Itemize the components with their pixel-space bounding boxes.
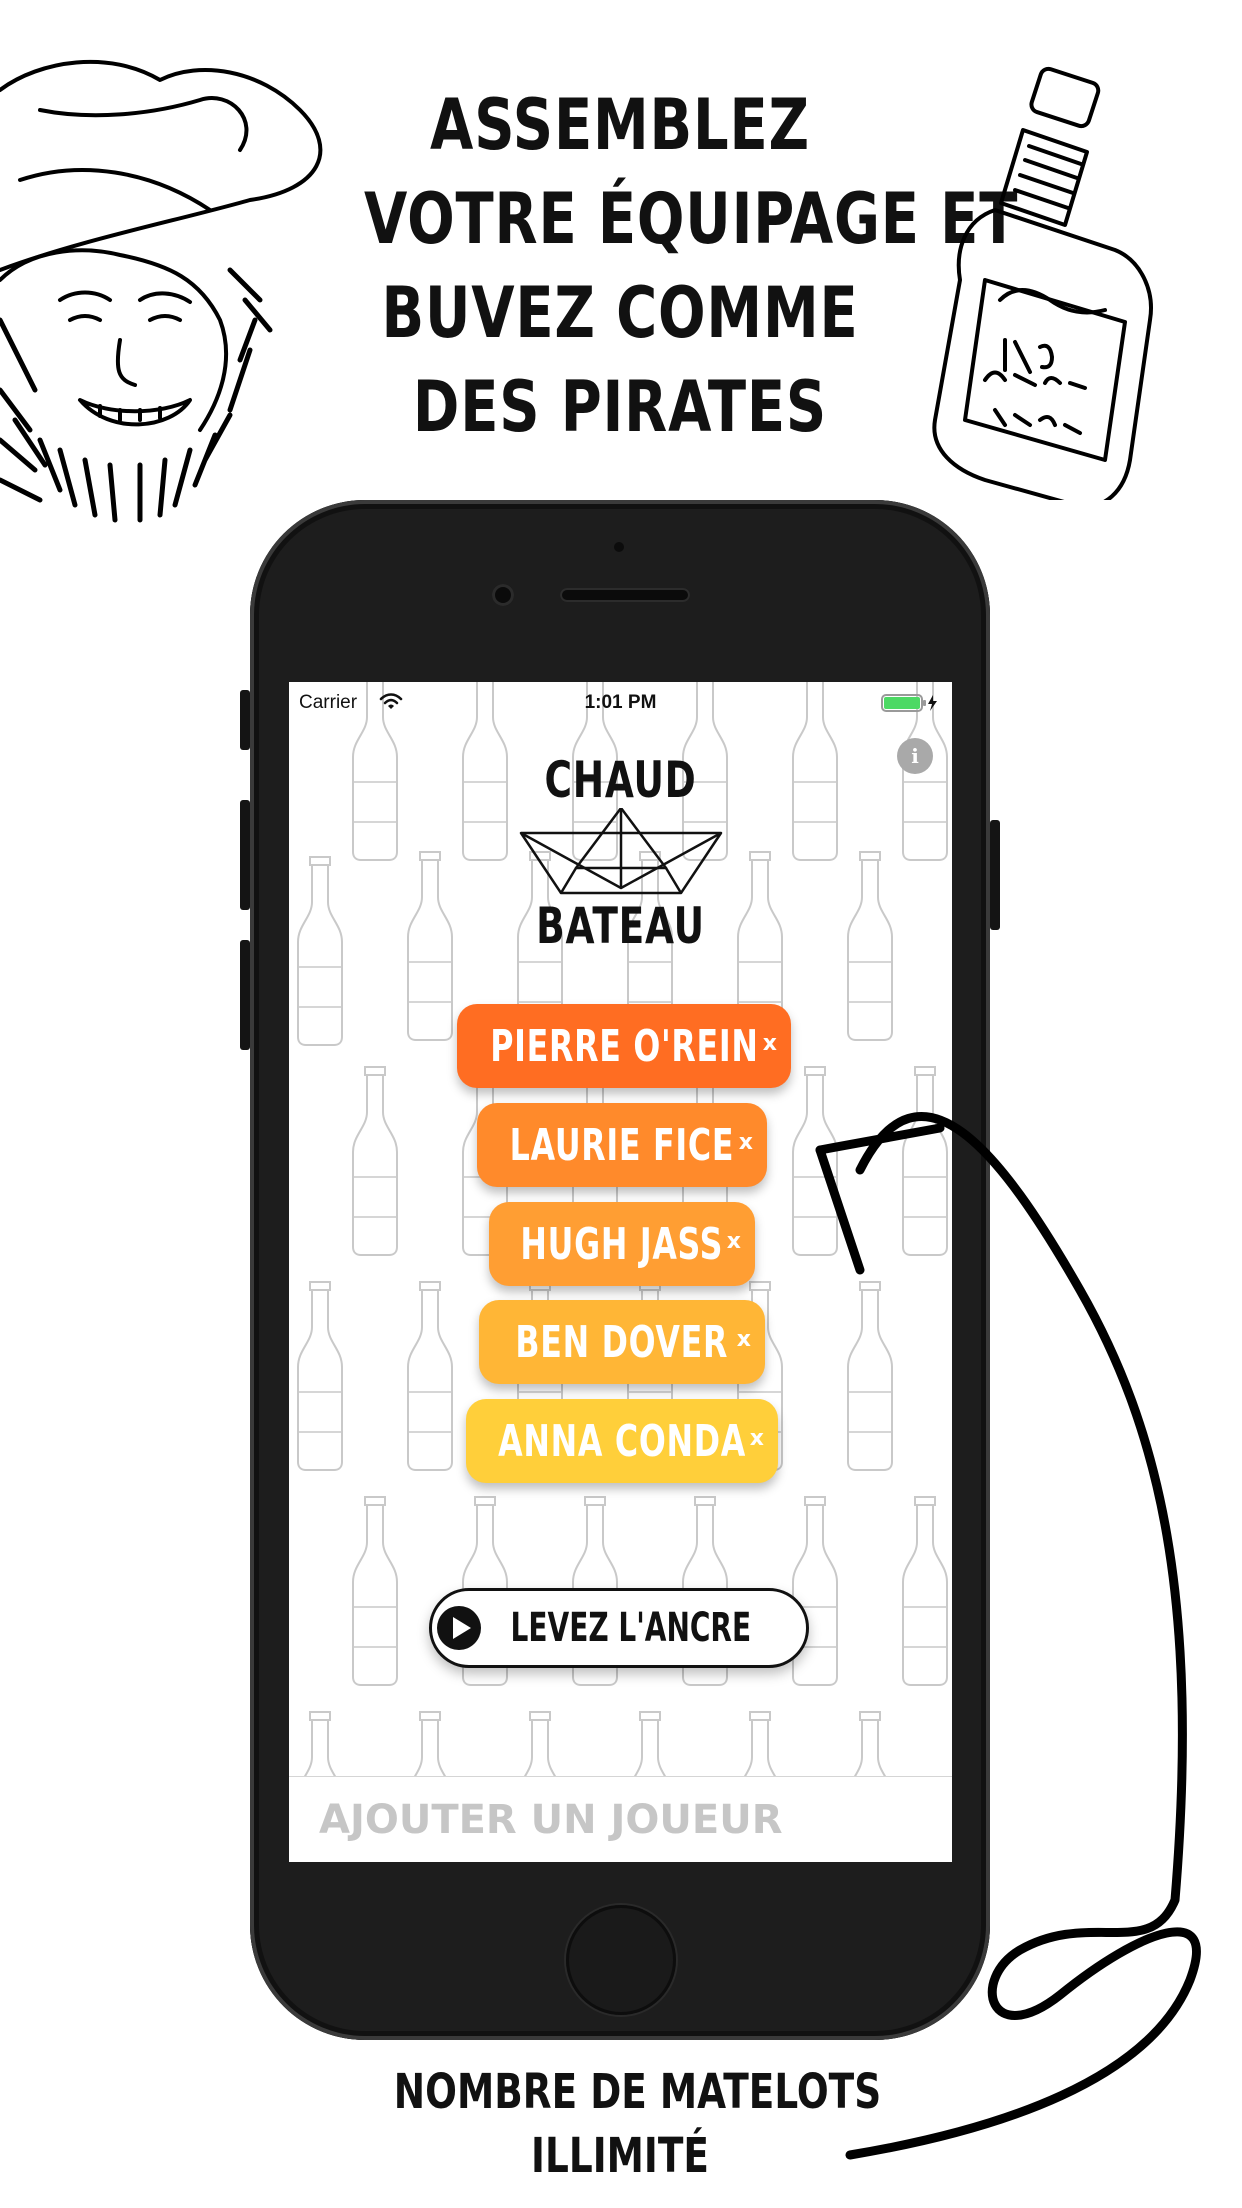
caption-line: ILLIMITÉ	[531, 2128, 709, 2184]
player-chip[interactable]: PIERRE O'REIN x	[457, 1004, 791, 1088]
home-button[interactable]	[566, 1905, 676, 2015]
volume-up-button	[240, 800, 250, 910]
player-chip[interactable]: LAURIE FICE x	[477, 1103, 767, 1187]
play-icon	[437, 1606, 482, 1650]
player-chip[interactable]: ANNA CONDA x	[466, 1399, 778, 1483]
close-icon[interactable]: x	[727, 1229, 741, 1254]
player-name: ANNA CONDA	[498, 1415, 746, 1467]
front-camera	[492, 584, 514, 606]
logo-title-bottom: BATEAU	[536, 897, 705, 955]
close-icon[interactable]: x	[737, 1327, 751, 1352]
headline-line: DES PIRATES	[412, 366, 828, 448]
start-game-button[interactable]: LEVEZ L'ANCRE	[429, 1588, 809, 1668]
proximity-sensor	[614, 542, 624, 552]
caption-line: NOMBRE DE MATELOTS	[393, 2064, 882, 2120]
paper-boat-icon	[519, 808, 722, 895]
earpiece-speaker	[560, 588, 690, 602]
whiskey-bottle-illustration	[932, 66, 1153, 500]
player-name: LAURIE FICE	[509, 1119, 735, 1171]
add-player-input[interactable]	[289, 1777, 952, 1862]
close-icon[interactable]: x	[750, 1426, 764, 1451]
start-game-label: LEVEZ L'ANCRE	[510, 1605, 752, 1651]
status-time: 1:01 PM	[584, 692, 657, 713]
player-chip[interactable]: HUGH JASS x	[489, 1202, 755, 1286]
caption: NOMBRE DE MATELOTS ILLIMITÉ	[393, 2060, 882, 2188]
player-name: HUGH JASS	[520, 1218, 724, 1270]
power-button	[990, 820, 1000, 930]
headline: ASSEMBLEZ VOTRE ÉQUIPAGE ET BUVEZ COMME …	[364, 78, 1019, 454]
logo-title-top: CHAUD	[544, 751, 697, 809]
player-name: BEN DOVER	[515, 1316, 729, 1368]
headline-line: BUVEZ COMME	[381, 272, 859, 354]
mute-switch	[240, 690, 250, 750]
add-player-bar	[289, 1776, 952, 1862]
player-name: PIERRE O'REIN	[489, 1020, 759, 1072]
app-screen: Carrier 1:01 PM i CHAUD BATEAU PIERRE O'…	[289, 682, 952, 1862]
close-icon[interactable]: x	[763, 1031, 777, 1056]
app-logo: CHAUD BATEAU	[289, 752, 952, 954]
pirate-illustration	[0, 59, 323, 523]
player-chip[interactable]: BEN DOVER x	[479, 1300, 765, 1384]
close-icon[interactable]: x	[739, 1130, 753, 1155]
headline-line: ASSEMBLEZ	[430, 84, 810, 166]
headline-line: VOTRE ÉQUIPAGE ET	[364, 178, 1019, 260]
volume-down-button	[240, 940, 250, 1050]
phone-frame: Carrier 1:01 PM i CHAUD BATEAU PIERRE O'…	[240, 500, 1000, 2040]
status-bar: Carrier 1:01 PM	[289, 682, 952, 722]
battery-icon	[881, 694, 937, 712]
